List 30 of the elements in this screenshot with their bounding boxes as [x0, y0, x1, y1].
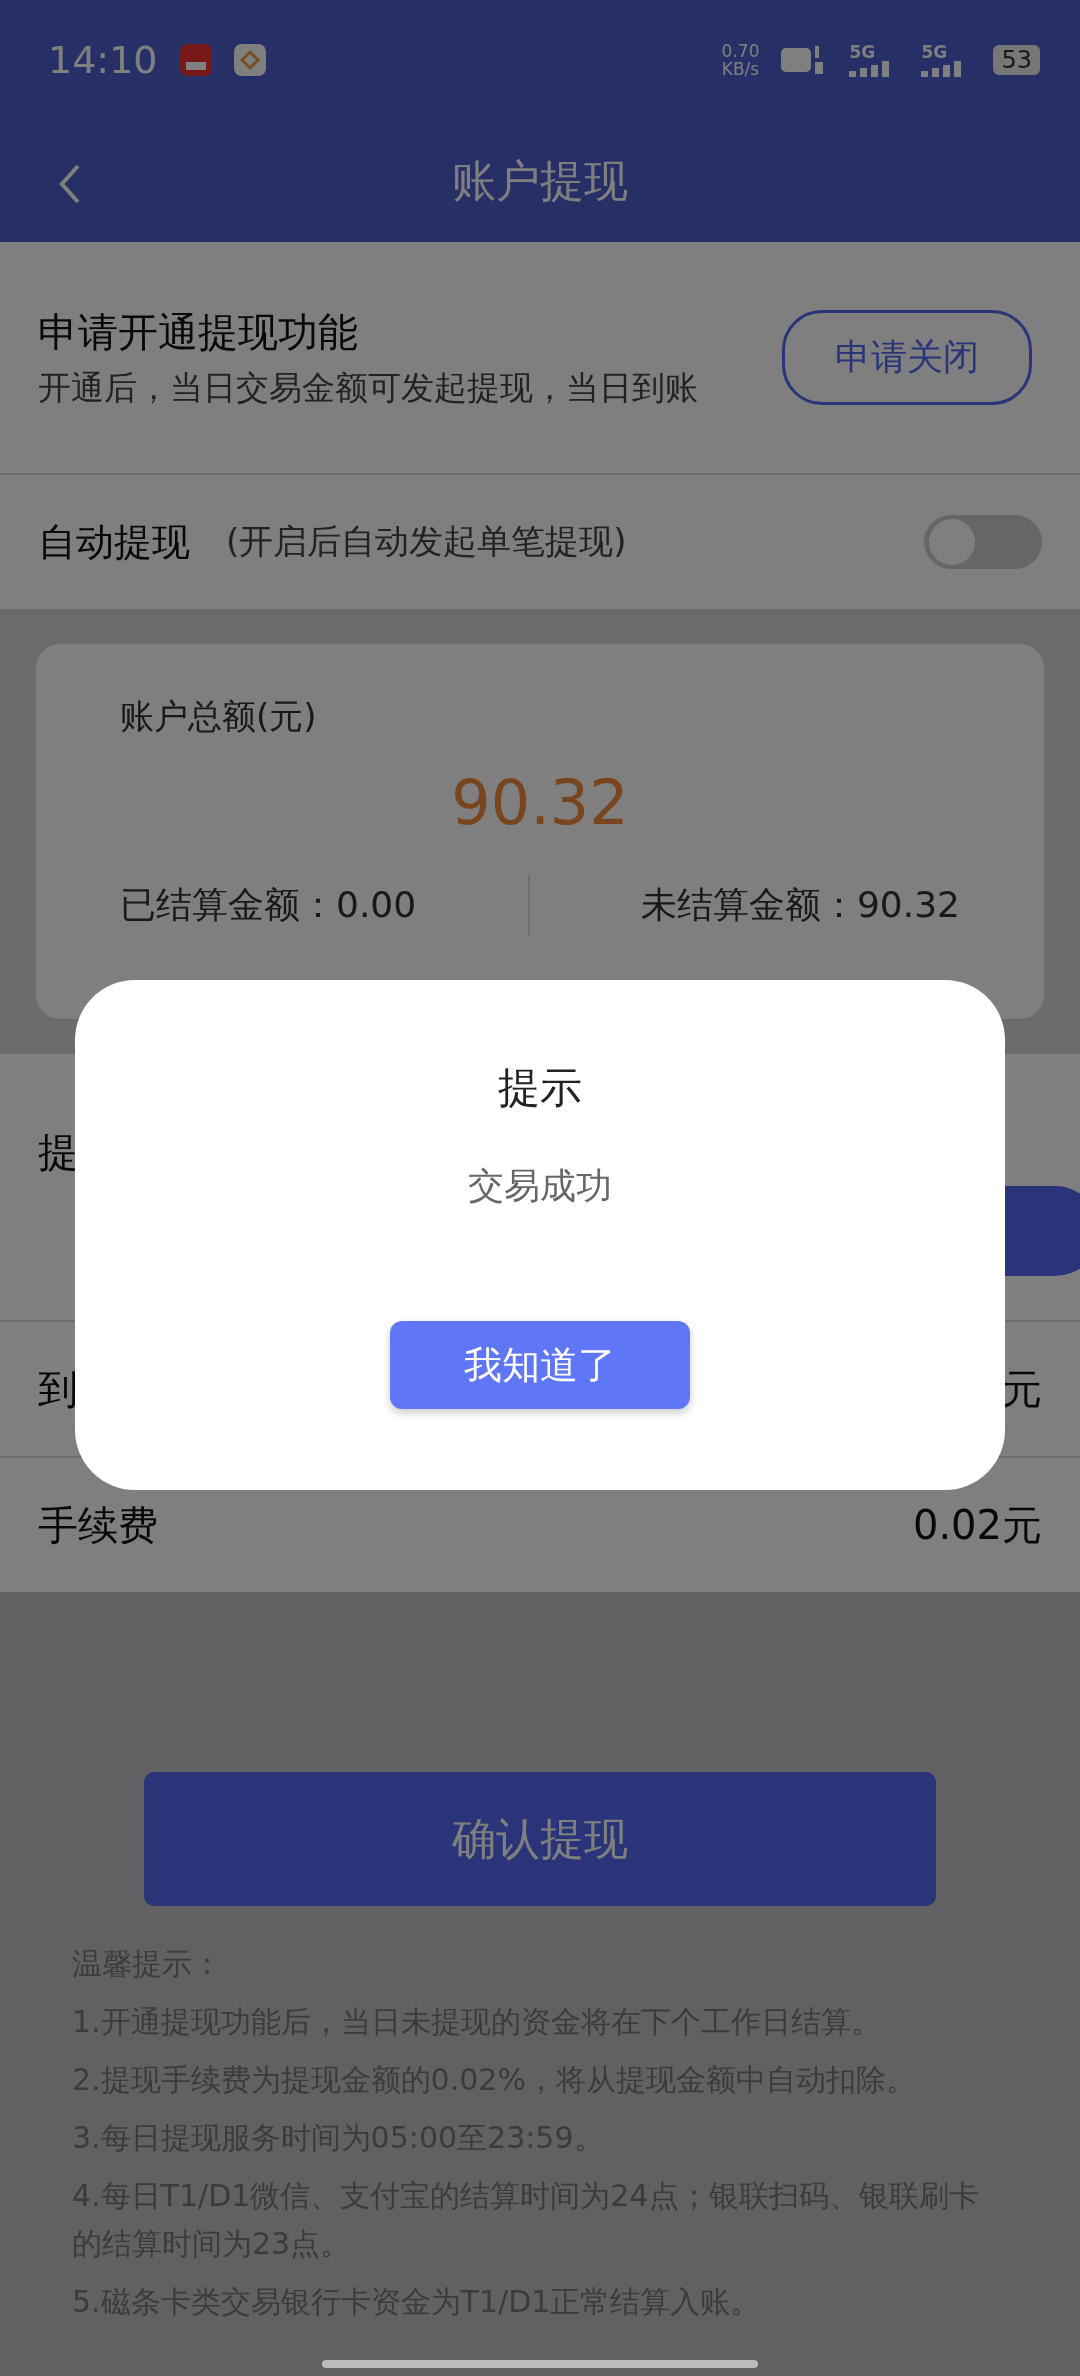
- balance-label: 账户总额(元): [120, 695, 318, 738]
- page-title: 账户提现: [452, 153, 628, 208]
- dialog-message: 交易成功: [468, 1164, 612, 1208]
- confirm-withdraw-button[interactable]: 确认提现: [144, 1772, 936, 1906]
- ok-button[interactable]: 我知道了: [390, 1321, 690, 1409]
- dialog-title: 提示: [498, 1062, 582, 1114]
- settled-amount: 已结算金额：0.00: [120, 882, 417, 927]
- row-label: 手续费: [38, 1500, 158, 1550]
- network-type: 5G: [849, 43, 877, 61]
- unsettled-amount: 未结算金额：90.32: [640, 882, 960, 927]
- section-description: 开通后，当日交易金额可发起提现，当日到账: [38, 367, 698, 409]
- network-type: 5G: [921, 43, 949, 61]
- field-label: 提: [38, 1127, 78, 1177]
- home-indicator[interactable]: [322, 2360, 758, 2368]
- setting-hint: (开启后自动发起单笔提现): [226, 520, 628, 563]
- row-label: 到: [38, 1364, 78, 1414]
- setting-label: 自动提现: [38, 518, 190, 566]
- section-title: 申请开通提现功能: [38, 308, 359, 357]
- net-speed: 0.70: [721, 42, 760, 60]
- balance-total: 90.32: [451, 766, 629, 839]
- toggle-switch[interactable]: [924, 515, 1042, 569]
- back-icon[interactable]: [58, 164, 82, 204]
- apply-close-button[interactable]: 申请关闭: [782, 310, 1032, 405]
- app-icon: [179, 44, 212, 76]
- row-value: 元: [1002, 1364, 1042, 1414]
- app-icon: [233, 44, 266, 76]
- clock: 14:10: [48, 38, 158, 82]
- battery-level: 53: [993, 45, 1040, 75]
- row-value: 0.02元: [912, 1500, 1042, 1550]
- net-unit: KB/s: [721, 60, 760, 78]
